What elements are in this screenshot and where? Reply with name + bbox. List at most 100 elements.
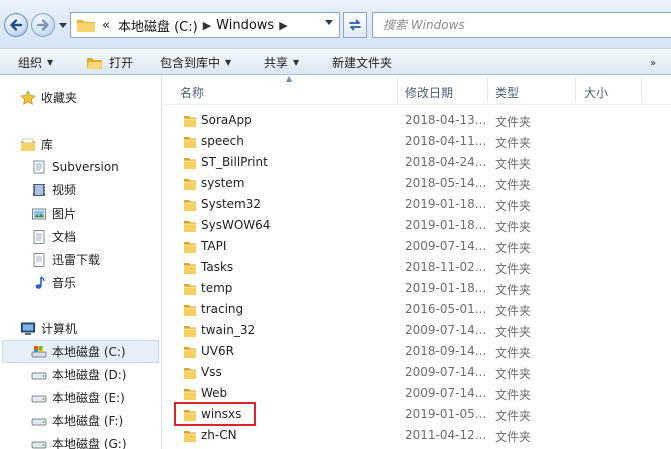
file-row[interactable]: speech 2018-04-11... 文件夹 (163, 131, 671, 152)
chevron-down-icon: ▼ (225, 58, 232, 67)
refresh-button[interactable] (343, 12, 367, 38)
file-date-modified: 2019-01-05... (405, 407, 487, 421)
breadcrumb-drive-c[interactable]: 本地磁盘 (C:) (118, 16, 198, 35)
file-type: 文件夹 (495, 136, 532, 150)
breadcrumb-separator-icon[interactable]: ▶ (203, 19, 211, 32)
file-date-modified: 2018-11-02... (405, 260, 487, 274)
recent-pages-dropdown-icon[interactable] (58, 20, 68, 30)
file-type: 文件夹 (495, 367, 532, 381)
nav-library-documents[interactable]: 文档 (31, 228, 76, 245)
nav-drive-d[interactable]: 本地磁盘 (D:) (31, 366, 126, 383)
file-date-modified: 2018-09-14... (405, 344, 487, 358)
file-date-modified: 2019-01-18... (405, 218, 487, 232)
nav-drive-c[interactable]: 本地磁盘 (C:) (31, 343, 126, 360)
file-row[interactable]: TAPI 2009-07-14... 文件夹 (163, 236, 671, 257)
include-in-library-button[interactable]: 包含到库中 ▼ (160, 54, 231, 71)
nav-library-xunlei-downloads[interactable]: 迅雷下载 (31, 251, 100, 268)
nav-drive-d-label: 本地磁盘 (D:) (52, 368, 127, 382)
folder-icon (183, 365, 197, 381)
search-box[interactable] (372, 12, 671, 38)
column-divider[interactable] (397, 77, 398, 103)
file-type: 文件夹 (495, 220, 532, 234)
nav-libraries[interactable]: 库 (20, 136, 53, 153)
address-overflow-chevron[interactable]: « (102, 18, 110, 33)
arrow-left-icon (10, 19, 23, 31)
computer-icon (20, 321, 36, 337)
address-box[interactable]: « 本地磁盘 (C:) ▶ Windows ▶ (70, 12, 340, 38)
nav-favorites[interactable]: 收藏夹 (20, 89, 77, 106)
file-row[interactable]: Vss 2009-07-14... 文件夹 (163, 362, 671, 383)
folder-icon (183, 323, 197, 339)
column-divider[interactable] (641, 77, 642, 103)
organize-label: 组织 (18, 56, 43, 70)
file-row[interactable]: tracing 2016-05-01... 文件夹 (163, 299, 671, 320)
column-divider[interactable] (487, 77, 488, 103)
file-type: 文件夹 (495, 283, 532, 297)
folder-icon (183, 218, 197, 234)
column-header-name[interactable]: 名称 (180, 84, 204, 101)
nav-drive-g[interactable]: 本地磁盘 (G:) (31, 435, 127, 449)
breadcrumb-windows[interactable]: Windows (216, 18, 274, 33)
file-name: temp (201, 281, 233, 295)
nav-library-pictures[interactable]: 图片 (31, 205, 76, 222)
folder-icon (77, 20, 95, 32)
file-name: system (201, 176, 245, 190)
file-name: speech (201, 134, 244, 148)
folder-icon (183, 113, 197, 129)
file-name: Tasks (201, 260, 234, 274)
file-row[interactable]: ST_BillPrint 2018-04-24... 文件夹 (163, 152, 671, 173)
file-row[interactable]: UV6R 2018-09-14... 文件夹 (163, 341, 671, 362)
nav-drive-f[interactable]: 本地磁盘 (F:) (31, 412, 123, 429)
file-name: ST_BillPrint (201, 155, 268, 169)
forward-button[interactable] (31, 13, 55, 37)
address-history-dropdown-icon[interactable] (324, 17, 334, 27)
file-row[interactable]: system 2018-05-14... 文件夹 (163, 173, 671, 194)
breadcrumb-separator-icon[interactable]: ▶ (279, 19, 287, 32)
file-type: 文件夹 (495, 115, 532, 129)
file-row[interactable]: Tasks 2018-11-02... 文件夹 (163, 257, 671, 278)
column-header-size[interactable]: 大小 (584, 84, 608, 101)
nav-library-music[interactable]: 音乐 (31, 274, 76, 291)
back-button[interactable] (4, 13, 28, 37)
file-type: 文件夹 (495, 346, 532, 360)
file-name: SysWOW64 (201, 218, 271, 232)
file-name: zh-CN (201, 428, 237, 442)
search-input[interactable] (383, 18, 643, 32)
nav-computer[interactable]: 计算机 (20, 320, 77, 337)
folder-icon (183, 155, 197, 171)
file-row[interactable]: zh-CN 2011-04-12... 文件夹 (163, 425, 671, 446)
nav-drive-e-label: 本地磁盘 (E:) (52, 391, 125, 405)
refresh-icon (349, 19, 361, 31)
file-type: 文件夹 (495, 409, 532, 423)
sort-ascending-icon: ▲ (286, 75, 293, 83)
file-row[interactable]: twain_32 2009-07-14... 文件夹 (163, 320, 671, 341)
file-name: twain_32 (201, 323, 256, 337)
download-library-icon (31, 252, 47, 268)
file-name: Vss (201, 365, 222, 379)
nav-drive-e[interactable]: 本地磁盘 (E:) (31, 389, 125, 406)
file-row[interactable]: SoraApp 2018-04-13... 文件夹 (163, 110, 671, 131)
new-folder-button[interactable]: 新建文件夹 (332, 54, 392, 71)
open-button[interactable]: 打开 (86, 54, 133, 71)
hard-drive-icon (31, 390, 47, 406)
file-row[interactable]: Web 2009-07-14... 文件夹 (163, 383, 671, 404)
column-divider[interactable] (575, 77, 576, 103)
file-row[interactable]: SysWOW64 2019-01-18... 文件夹 (163, 215, 671, 236)
file-date-modified: 2016-05-01... (405, 302, 487, 316)
column-header-type[interactable]: 类型 (495, 84, 519, 101)
share-button[interactable]: 共享 ▼ (264, 54, 299, 71)
nav-library-videos[interactable]: 视频 (31, 181, 76, 198)
arrow-right-icon (36, 19, 49, 31)
file-date-modified: 2009-07-14... (405, 239, 487, 253)
file-date-modified: 2009-07-14... (405, 323, 487, 337)
file-row[interactable]: System32 2019-01-18... 文件夹 (163, 194, 671, 215)
column-header-date-modified[interactable]: 修改日期 (405, 84, 453, 101)
folder-icon (183, 386, 197, 402)
file-name: SoraApp (201, 113, 252, 127)
file-type: 文件夹 (495, 199, 532, 213)
file-row[interactable]: temp 2019-01-18... 文件夹 (163, 278, 671, 299)
nav-library-subversion[interactable]: Subversion (31, 159, 119, 175)
file-type: 文件夹 (495, 430, 532, 444)
more-commands-icon[interactable]: » (650, 58, 656, 69)
organize-menu-button[interactable]: 组织 ▼ (18, 54, 53, 71)
